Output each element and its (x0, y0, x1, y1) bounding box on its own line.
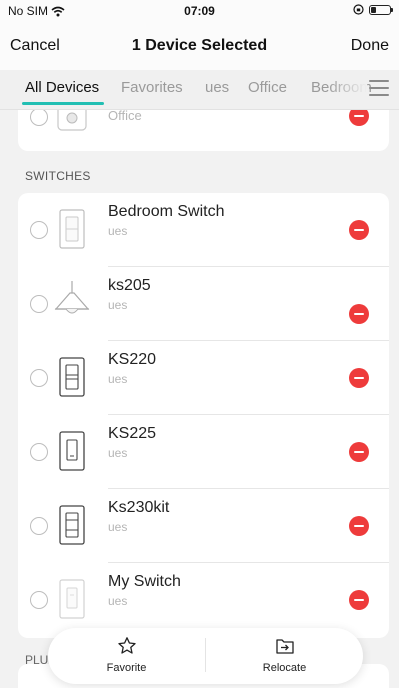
done-button[interactable]: Done (351, 37, 389, 55)
cancel-button[interactable]: Cancel (10, 37, 60, 55)
device-name: Bedroom Switch (108, 203, 225, 220)
select-radio[interactable] (30, 443, 48, 461)
tabs-fade (327, 70, 367, 109)
device-list[interactable]: Office SWITCHES Bedroom Switch ues ks205… (0, 110, 399, 688)
select-radio[interactable] (30, 295, 48, 313)
remove-button[interactable] (349, 110, 369, 126)
device-room: ues (108, 224, 128, 238)
remove-button[interactable] (349, 590, 369, 610)
relocate-label: Relocate (262, 662, 307, 674)
clock: 07:09 (184, 4, 215, 18)
device-name: Ks230kit (108, 499, 170, 516)
switches-card: Bedroom Switch ues ks205 ues KS220 ues K… (18, 193, 389, 638)
list-item[interactable]: Office (18, 110, 389, 144)
light-switch-icon (59, 579, 85, 619)
remove-button[interactable] (349, 442, 369, 462)
tabs-menu-icon[interactable] (369, 80, 389, 98)
device-room: ues (108, 594, 128, 608)
star-icon (117, 637, 136, 654)
table-row[interactable]: My Switch ues (18, 563, 389, 637)
remove-button[interactable] (349, 220, 369, 240)
navigation-bar: Cancel 1 Device Selected Done (0, 22, 399, 70)
remove-button[interactable] (349, 304, 369, 324)
select-radio[interactable] (30, 221, 48, 239)
table-row[interactable]: KS220 ues (18, 341, 389, 415)
partial-device-card: Office (18, 110, 389, 151)
table-row[interactable]: Ks230kit ues (18, 489, 389, 563)
device-name: ks205 (108, 277, 151, 294)
page-title: 1 Device Selected (131, 37, 268, 54)
dimmer-switch-icon (59, 357, 85, 397)
active-tab-indicator (22, 102, 104, 105)
table-row[interactable]: KS225 ues (18, 415, 389, 489)
tab-office[interactable]: Office (248, 79, 287, 96)
device-room: ues (108, 298, 128, 312)
device-room: Office (108, 110, 142, 123)
section-header-switches: SWITCHES (25, 169, 91, 183)
select-radio[interactable] (30, 110, 48, 126)
device-name: KS220 (108, 351, 157, 368)
device-name: KS225 (108, 425, 157, 442)
device-name: My Switch (108, 573, 181, 590)
pendant-lamp-icon (54, 281, 90, 314)
favorite-button[interactable]: Favorite (48, 628, 205, 684)
battery-icon (369, 4, 393, 15)
smart-dimmer-icon (59, 431, 85, 471)
device-room: ues (108, 372, 128, 386)
table-row[interactable]: Bedroom Switch ues (18, 193, 389, 267)
select-radio[interactable] (30, 591, 48, 609)
orientation-lock-icon (353, 4, 364, 15)
favorite-label: Favorite (106, 662, 147, 674)
status-bar: No SIM 07:09 (0, 0, 399, 22)
tab-all-devices[interactable]: All Devices (25, 79, 99, 96)
device-room: ues (108, 446, 128, 460)
remove-button[interactable] (349, 368, 369, 388)
room-tabs: All Devices Favorites ues Office Bedroom (0, 70, 399, 110)
camera-device-icon (57, 110, 87, 131)
wall-switch-icon (59, 209, 85, 249)
relocate-button[interactable]: Relocate (206, 628, 363, 684)
three-way-switch-icon (59, 505, 85, 545)
select-radio[interactable] (30, 517, 48, 535)
select-radio[interactable] (30, 369, 48, 387)
bulk-action-bar: Favorite Relocate (48, 628, 363, 684)
status-icons (353, 4, 393, 15)
relocate-icon (275, 639, 294, 654)
tab-favorites[interactable]: Favorites (121, 79, 183, 96)
table-row[interactable]: ks205 ues (18, 267, 389, 341)
tab-ues[interactable]: ues (205, 79, 229, 96)
device-room: ues (108, 520, 128, 534)
remove-button[interactable] (349, 516, 369, 536)
